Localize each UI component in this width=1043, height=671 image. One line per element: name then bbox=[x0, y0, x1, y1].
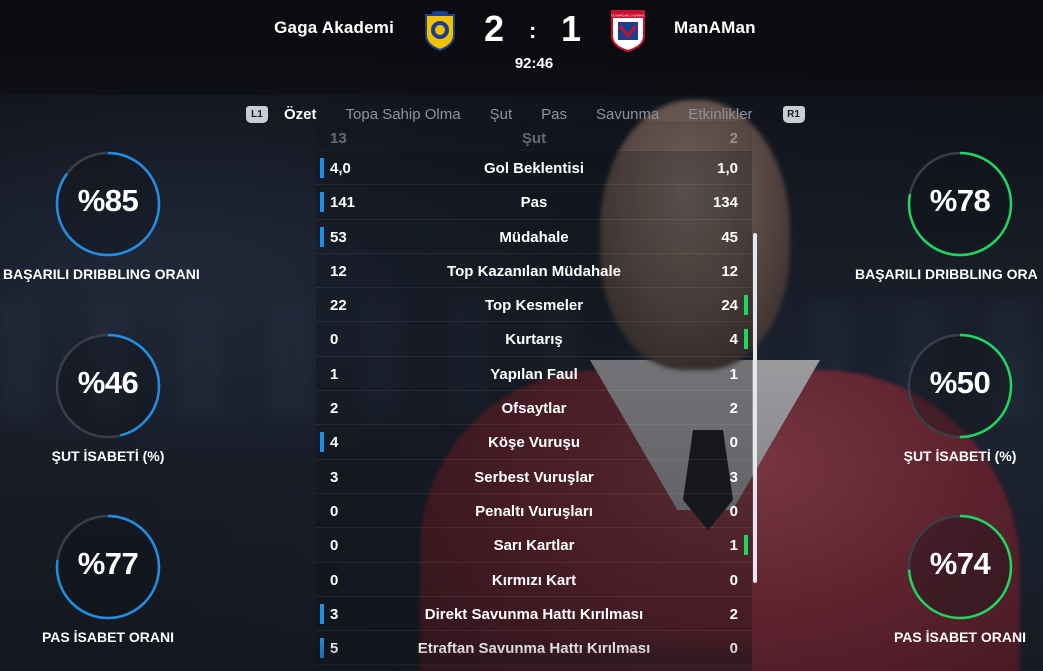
stat-name: Top Kesmeler bbox=[484, 297, 584, 315]
gauge-label: PAS İSABET ORANI bbox=[42, 629, 174, 645]
away-lead-indicator bbox=[744, 535, 748, 556]
stat-row: 0 Kurtarış 4 bbox=[316, 322, 752, 357]
away-lead-indicator bbox=[744, 295, 748, 316]
match-clock: 92:46 bbox=[514, 55, 554, 72]
away-stat-value: 45 bbox=[721, 228, 738, 246]
away-crest-text: OLYMPIQUE LYONNAIS bbox=[611, 14, 644, 18]
tab-sut[interactable]: Şut bbox=[490, 106, 513, 123]
stat-row: 0 Sarı Kartlar 1 bbox=[316, 528, 752, 563]
match-stats-table[interactable]: 13 Şut 2 4,0 Gol Beklentisi 1,0 141 Pas 134 53 Müd… bbox=[316, 121, 752, 671]
away-stat-value: 3 bbox=[729, 468, 738, 486]
away-stat-value: 134 bbox=[712, 194, 738, 212]
stat-row: 4 Köşe Vuruşu 0 bbox=[316, 425, 752, 460]
gauge-value: %74 bbox=[929, 546, 991, 581]
away-gauge-0: %78 bbox=[906, 150, 1014, 258]
gauge-label: BAŞARILI DRIBBLING ORANI bbox=[3, 266, 200, 282]
gauge-label: BAŞARILI DRIBBLING ORA bbox=[855, 266, 1038, 282]
stat-row: 3 Serbest Vuruşlar 3 bbox=[316, 459, 752, 494]
home-gauge-0: %85 bbox=[54, 150, 162, 258]
tab-savunma[interactable]: Savunma bbox=[596, 106, 659, 123]
away-team-crest-icon: OLYMPIQUE LYONNAIS bbox=[611, 10, 645, 52]
gauge-label: PAS İSABET ORANI bbox=[894, 629, 1026, 645]
gauge-label: ŞUT İSABETİ (%) bbox=[903, 448, 1017, 464]
away-stat-value: 2 bbox=[729, 400, 738, 418]
away-stat-value: 2 bbox=[729, 605, 738, 623]
away-stat-value: 24 bbox=[721, 297, 738, 315]
away-stat-value: 0 bbox=[729, 434, 738, 452]
stat-row: 141 Pas 134 bbox=[316, 185, 752, 220]
away-lead-indicator bbox=[744, 329, 748, 350]
gauge-value: %46 bbox=[77, 365, 139, 400]
gauge-value: %50 bbox=[929, 365, 991, 400]
home-team-name: Gaga Akademi bbox=[274, 18, 394, 37]
score-separator: : bbox=[529, 18, 537, 43]
home-team-crest-icon bbox=[425, 11, 455, 51]
stat-name: Yapılan Faul bbox=[490, 365, 578, 383]
tab-etkinlikler[interactable]: Etkinlikler bbox=[688, 106, 752, 123]
stat-name: Serbest Vuruşlar bbox=[474, 468, 594, 486]
away-team-name: ManAMan bbox=[674, 18, 756, 37]
away-stat-value: 1 bbox=[729, 537, 738, 555]
stat-name: Şut bbox=[521, 130, 547, 147]
stat-name: Pas bbox=[520, 194, 548, 212]
stat-row: 13 Şut 2 bbox=[316, 121, 752, 151]
tab-pas[interactable]: Pas bbox=[541, 106, 567, 123]
stat-row: 0 Kırmızı Kart 0 bbox=[316, 562, 752, 597]
gauge-label: ŞUT İSABETİ (%) bbox=[51, 448, 165, 464]
stat-row: 3 Direkt Savunma Hattı Kırılması 2 bbox=[316, 596, 752, 632]
stat-name: Top Kazanılan Müdahale bbox=[447, 262, 621, 280]
stat-name: Kurtarış bbox=[505, 331, 563, 349]
home-score: 2 bbox=[484, 8, 505, 49]
stat-row: 4,0 Gol Beklentisi 1,0 bbox=[316, 151, 752, 186]
away-stat-value: 1 bbox=[729, 365, 738, 383]
away-stat-value: 1,0 bbox=[717, 160, 738, 177]
away-stat-value: 4 bbox=[729, 331, 738, 349]
gauge-value: %85 bbox=[77, 183, 139, 218]
away-score: 1 bbox=[561, 8, 582, 49]
away-stat-value: 0 bbox=[729, 502, 738, 520]
stat-name: Etraftan Savunma Hattı Kırılması bbox=[417, 640, 651, 658]
l1-button-icon[interactable]: L1 bbox=[246, 105, 268, 123]
away-stat-value: 0 bbox=[729, 571, 738, 589]
away-gauge-2: %74 bbox=[906, 513, 1014, 621]
gauge-value: %78 bbox=[929, 183, 991, 218]
away-stat-value: 2 bbox=[729, 130, 738, 147]
stat-row: 2 Ofsaytlar 2 bbox=[316, 391, 752, 426]
away-stat-value: 0 bbox=[729, 640, 738, 658]
tab-ozet[interactable]: Özet bbox=[284, 106, 317, 123]
away-gauge-1: %50 bbox=[906, 332, 1014, 440]
stat-name: Köşe Vuruşu bbox=[488, 434, 580, 452]
stat-name: Direkt Savunma Hattı Kırılması bbox=[424, 605, 644, 623]
stat-name: Kırmızı Kart bbox=[491, 571, 577, 589]
away-stat-value: 12 bbox=[721, 262, 738, 280]
gauge-value: %77 bbox=[77, 546, 139, 581]
home-gauge-2: %77 bbox=[54, 513, 162, 621]
stat-name: Penaltı Vuruşları bbox=[475, 502, 593, 520]
stats-scrollbar[interactable] bbox=[753, 233, 757, 583]
stat-row: 12 Top Kazanılan Müdahale 12 bbox=[316, 253, 752, 289]
tab-topa-sahip-olma[interactable]: Topa Sahip Olma bbox=[346, 106, 461, 123]
stat-name: Müdahale bbox=[499, 228, 569, 246]
stat-row: 53 Müdahale 45 bbox=[316, 219, 752, 254]
r1-button-icon[interactable]: R1 bbox=[782, 105, 805, 123]
stat-name: Ofsaytlar bbox=[501, 400, 567, 418]
stat-row: 5 Etraftan Savunma Hattı Kırılması 0 bbox=[316, 631, 752, 666]
stat-row: 1 Yapılan Faul 1 bbox=[316, 356, 752, 392]
scoreboard: Gaga Akademi 2 : 1 OLYMPIQUE LYONNAIS Ma… bbox=[0, 0, 1043, 90]
stat-row: 0 Penaltı Vuruşları 0 bbox=[316, 493, 752, 529]
stat-name: Gol Beklentisi bbox=[483, 160, 585, 177]
home-gauge-1: %46 bbox=[54, 332, 162, 440]
stat-row: 22 Top Kesmeler 24 bbox=[316, 288, 752, 323]
stat-name: Sarı Kartlar bbox=[493, 537, 575, 555]
